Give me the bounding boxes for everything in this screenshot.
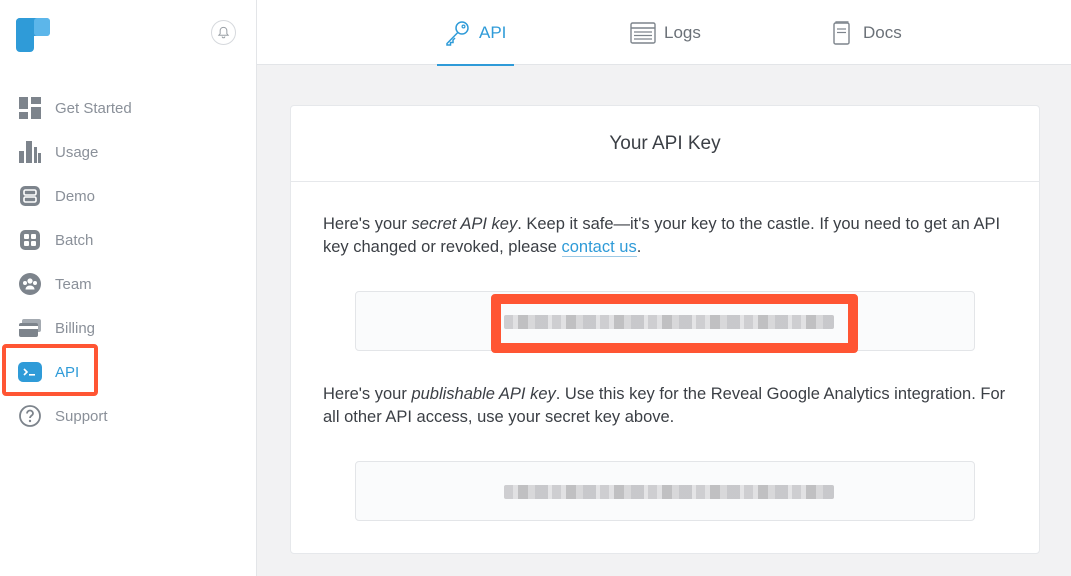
sidebar-item-label: API bbox=[55, 363, 80, 381]
card-title: Your API Key bbox=[609, 132, 721, 154]
sidebar-item-label: Usage bbox=[55, 143, 99, 161]
docs-icon bbox=[829, 20, 855, 46]
sidebar-item-label: Batch bbox=[55, 231, 94, 249]
sidebar-nav: Get Started Usage Demo Batch Team Billin… bbox=[0, 86, 256, 438]
sidebar-item-usage[interactable]: Usage bbox=[0, 130, 256, 174]
terminal-icon bbox=[18, 360, 42, 384]
top-tab-bar: API Logs Docs bbox=[257, 0, 1071, 66]
sidebar-item-label: Team bbox=[55, 275, 92, 293]
sidebar-item-api[interactable]: API bbox=[0, 350, 256, 394]
card-header: Your API Key bbox=[291, 106, 1039, 182]
help-icon bbox=[18, 404, 42, 428]
team-icon bbox=[18, 272, 42, 296]
demo-icon bbox=[18, 184, 42, 208]
redacted-publishable-key bbox=[504, 485, 834, 499]
credit-card-icon bbox=[18, 316, 42, 340]
logs-icon bbox=[630, 20, 656, 46]
sidebar-item-label: Get Started bbox=[55, 99, 132, 117]
tab-api[interactable]: API bbox=[437, 0, 515, 66]
sidebar-item-team[interactable]: Team bbox=[0, 262, 256, 306]
sidebar-item-label: Demo bbox=[55, 187, 96, 205]
batch-icon bbox=[18, 228, 42, 252]
tab-label: API bbox=[479, 22, 507, 42]
key-icon bbox=[445, 20, 471, 46]
sidebar-item-get-started[interactable]: Get Started bbox=[0, 86, 256, 130]
sidebar-item-label: Billing bbox=[55, 319, 96, 337]
sidebar-item-billing[interactable]: Billing bbox=[0, 306, 256, 350]
publishable-api-key-field[interactable] bbox=[355, 461, 975, 521]
contact-us-link[interactable]: contact us bbox=[561, 238, 637, 257]
sidebar-item-batch[interactable]: Batch bbox=[0, 218, 256, 262]
sidebar-item-support[interactable]: Support bbox=[0, 394, 256, 438]
sidebar: Get Started Usage Demo Batch Team Billin… bbox=[0, 0, 257, 576]
sidebar-item-demo[interactable]: Demo bbox=[0, 174, 256, 218]
notifications-bell-icon[interactable] bbox=[211, 20, 236, 45]
tab-label: Logs bbox=[664, 22, 701, 42]
redacted-secret-key bbox=[504, 315, 834, 329]
bar-chart-icon bbox=[18, 140, 42, 164]
app-logo[interactable] bbox=[16, 18, 50, 52]
secret-api-key-field[interactable] bbox=[355, 291, 975, 351]
tab-docs[interactable]: Docs bbox=[829, 0, 902, 65]
sidebar-item-label: Support bbox=[55, 407, 108, 425]
api-key-card: Your API Key Here's your secret API key.… bbox=[290, 105, 1040, 554]
publishable-key-description: Here's your publishable API key. Use thi… bbox=[323, 385, 1006, 426]
dashboard-icon bbox=[18, 96, 42, 120]
secret-key-description: Here's your secret API key. Keep it safe… bbox=[323, 215, 1001, 257]
tab-logs[interactable]: Logs bbox=[630, 0, 701, 65]
tab-label: Docs bbox=[863, 22, 902, 42]
active-tab-underline bbox=[437, 64, 515, 66]
